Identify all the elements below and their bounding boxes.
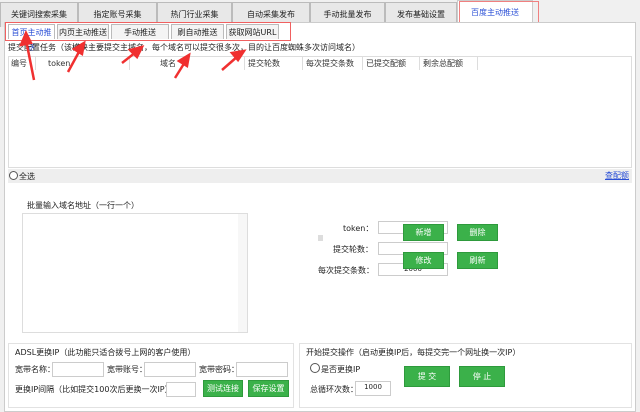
arrow-icon xyxy=(71,40,86,57)
arrow-icon xyxy=(18,29,33,47)
annotation-arrows xyxy=(18,29,247,81)
arrow-icon xyxy=(66,49,82,73)
arrow-icon xyxy=(176,52,191,69)
arrow-icon xyxy=(24,39,36,81)
